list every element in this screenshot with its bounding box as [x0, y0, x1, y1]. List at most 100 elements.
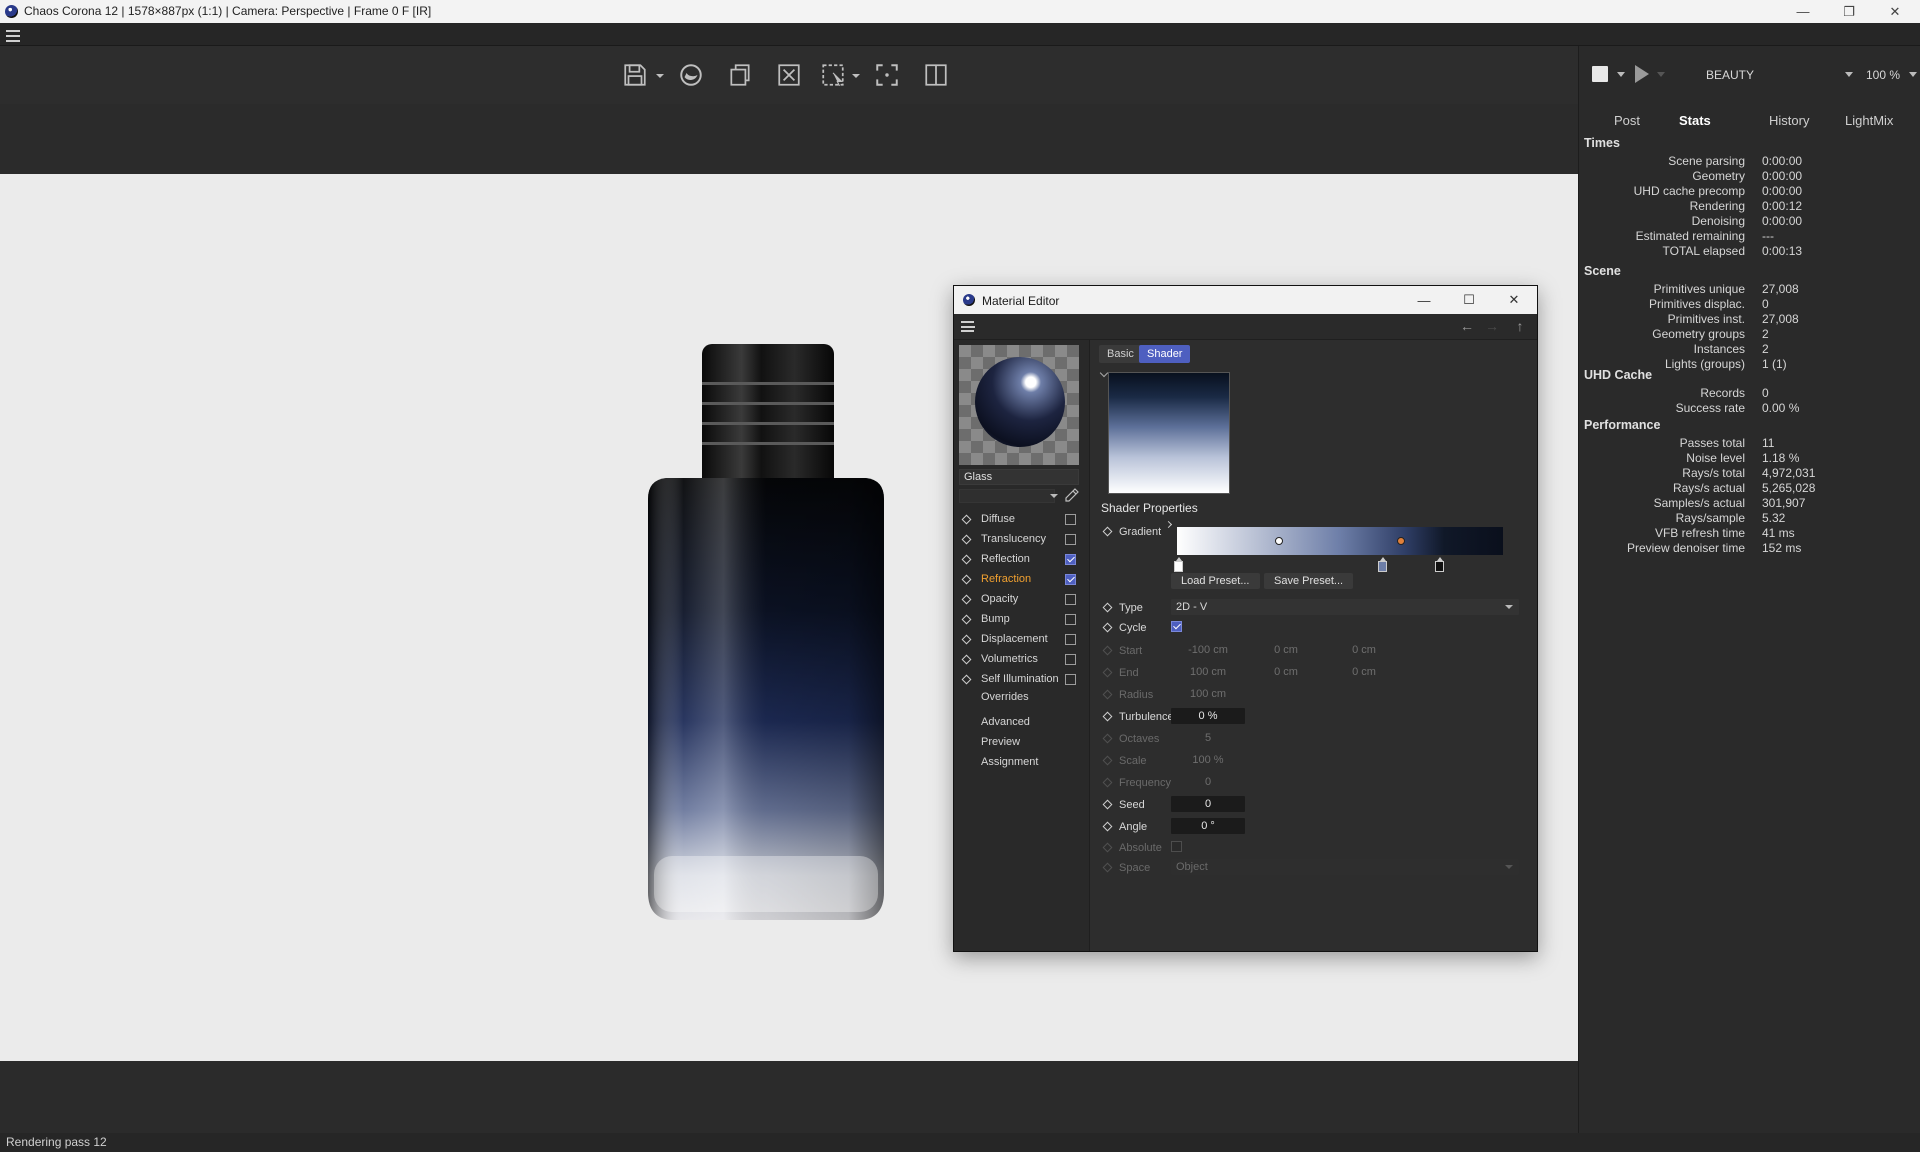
end-z-field[interactable]: 0 cm: [1327, 664, 1401, 680]
channel-row-opacity[interactable]: Opacity: [954, 591, 1089, 609]
tab-stats[interactable]: Stats: [1679, 113, 1711, 128]
keyframe-diamond-icon[interactable]: [1102, 755, 1113, 766]
channel-row-refraction[interactable]: Refraction: [954, 571, 1089, 589]
keyframe-diamond-icon[interactable]: [961, 554, 972, 565]
channel-label[interactable]: Diffuse: [981, 513, 1015, 525]
channel-label[interactable]: Self Illumination: [981, 673, 1059, 685]
channel-checkbox[interactable]: [1065, 554, 1076, 565]
restore-button[interactable]: ❐: [1826, 0, 1872, 23]
channel-row-displacement[interactable]: Displacement: [954, 631, 1089, 649]
load-preset-button[interactable]: Load Preset...: [1171, 573, 1260, 589]
gradient-bar[interactable]: [1177, 527, 1503, 555]
channel-checkbox[interactable]: [1065, 594, 1076, 605]
channel-label[interactable]: Volumetrics: [981, 653, 1038, 665]
gradient-midpoint-knot[interactable]: [1397, 537, 1405, 545]
channel-row-reflection[interactable]: Reflection: [954, 551, 1089, 569]
gradient-stop[interactable]: [1435, 557, 1444, 572]
channel-row-volumetrics[interactable]: Volumetrics: [954, 651, 1089, 669]
tab-post[interactable]: Post: [1614, 113, 1640, 128]
seed-field[interactable]: 0: [1171, 796, 1245, 812]
channel-row-self-illumination[interactable]: Self Illumination: [954, 671, 1089, 689]
channel-row-bump[interactable]: Bump: [954, 611, 1089, 629]
section-link-preview[interactable]: Preview: [981, 736, 1020, 748]
minimize-button[interactable]: —: [1780, 0, 1826, 23]
tab-history[interactable]: History: [1769, 113, 1809, 128]
scale-field[interactable]: 100 %: [1171, 752, 1245, 768]
section-link-overrides[interactable]: Overrides: [981, 691, 1029, 703]
collapse-preview-icon[interactable]: [1099, 368, 1109, 378]
cycle-checkbox[interactable]: [1171, 621, 1182, 632]
copy-button[interactable]: [725, 60, 755, 90]
keyframe-diamond-icon[interactable]: [961, 614, 972, 625]
eyedropper-icon[interactable]: [1064, 487, 1080, 503]
angle-field[interactable]: 0 °: [1171, 818, 1245, 834]
channel-row-translucency[interactable]: Translucency: [954, 531, 1089, 549]
me-minimize-button[interactable]: —: [1414, 290, 1434, 310]
keyframe-diamond-icon[interactable]: [1102, 526, 1113, 537]
clear-button[interactable]: [774, 60, 804, 90]
space-select[interactable]: Object: [1171, 859, 1519, 875]
end-x-field[interactable]: 100 cm: [1171, 664, 1245, 680]
channel-row-diffuse[interactable]: Diffuse: [954, 511, 1089, 529]
start-dropdown-icon[interactable]: [1657, 72, 1665, 77]
close-button[interactable]: ✕: [1872, 0, 1918, 23]
keyframe-diamond-icon[interactable]: [1102, 602, 1113, 613]
save-image-button[interactable]: [620, 60, 650, 90]
channel-dropdown-icon[interactable]: [1845, 72, 1853, 77]
channel-label[interactable]: Bump: [981, 613, 1010, 625]
frequency-field[interactable]: 0: [1171, 774, 1245, 790]
keyframe-diamond-icon[interactable]: [1102, 777, 1113, 788]
keyframe-diamond-icon[interactable]: [1102, 711, 1113, 722]
section-link-assignment[interactable]: Assignment: [981, 756, 1038, 768]
gradient-stop[interactable]: [1378, 557, 1387, 572]
keyframe-diamond-icon[interactable]: [961, 574, 972, 585]
me-close-button[interactable]: ✕: [1504, 290, 1524, 310]
up-arrow-icon[interactable]: ↑: [1512, 318, 1528, 334]
keyframe-diamond-icon[interactable]: [961, 634, 972, 645]
octaves-field[interactable]: 5: [1171, 730, 1245, 746]
save-preset-button[interactable]: Save Preset...: [1264, 573, 1354, 589]
back-arrow-icon[interactable]: ←: [1459, 318, 1475, 334]
keyframe-diamond-icon[interactable]: [961, 594, 972, 605]
keyframe-diamond-icon[interactable]: [961, 534, 972, 545]
start-y-field[interactable]: 0 cm: [1249, 642, 1323, 658]
stop-dropdown-icon[interactable]: [1617, 72, 1625, 77]
channel-checkbox[interactable]: [1065, 514, 1076, 525]
channel-checkbox[interactable]: [1065, 614, 1076, 625]
channel-checkbox[interactable]: [1065, 654, 1076, 665]
channel-label[interactable]: Displacement: [981, 633, 1048, 645]
material-name-field[interactable]: Glass: [959, 469, 1079, 485]
end-y-field[interactable]: 0 cm: [1249, 664, 1323, 680]
keyframe-diamond-icon[interactable]: [1102, 862, 1113, 873]
material-preview[interactable]: [959, 345, 1079, 465]
me-menu-icon[interactable]: [961, 321, 975, 332]
start-z-field[interactable]: 0 cm: [1327, 642, 1401, 658]
channel-checkbox[interactable]: [1065, 634, 1076, 645]
channel-label[interactable]: Refraction: [981, 573, 1031, 585]
channel-checkbox[interactable]: [1065, 574, 1076, 585]
region-render-button[interactable]: [818, 60, 848, 90]
keyframe-diamond-icon[interactable]: [1102, 667, 1113, 678]
gradient-stop[interactable]: [1174, 557, 1183, 572]
save-dropdown-icon[interactable]: [656, 72, 664, 80]
fit-view-button[interactable]: [872, 60, 902, 90]
keyframe-diamond-icon[interactable]: [1102, 821, 1113, 832]
compare-button[interactable]: [921, 60, 951, 90]
keyframe-diamond-icon[interactable]: [961, 674, 972, 685]
tab-basic[interactable]: Basic: [1099, 345, 1142, 363]
keyframe-diamond-icon[interactable]: [1102, 645, 1113, 656]
tab-lightmix[interactable]: LightMix: [1845, 113, 1893, 128]
filter-dropdown-icon[interactable]: [1050, 494, 1058, 498]
keyframe-diamond-icon[interactable]: [961, 514, 972, 525]
render-button[interactable]: [676, 60, 706, 90]
section-link-advanced[interactable]: Advanced: [981, 716, 1030, 728]
forward-arrow-icon[interactable]: →: [1484, 318, 1500, 334]
stop-render-icon[interactable]: [1592, 66, 1608, 82]
start-x-field[interactable]: -100 cm: [1171, 642, 1245, 658]
radius-field[interactable]: 100 cm: [1171, 686, 1245, 702]
keyframe-diamond-icon[interactable]: [1102, 733, 1113, 744]
keyframe-diamond-icon[interactable]: [1102, 689, 1113, 700]
region-dropdown-icon[interactable]: [852, 72, 860, 80]
gradient-midpoint-knot[interactable]: [1275, 537, 1283, 545]
me-maximize-button[interactable]: ☐: [1459, 290, 1479, 310]
